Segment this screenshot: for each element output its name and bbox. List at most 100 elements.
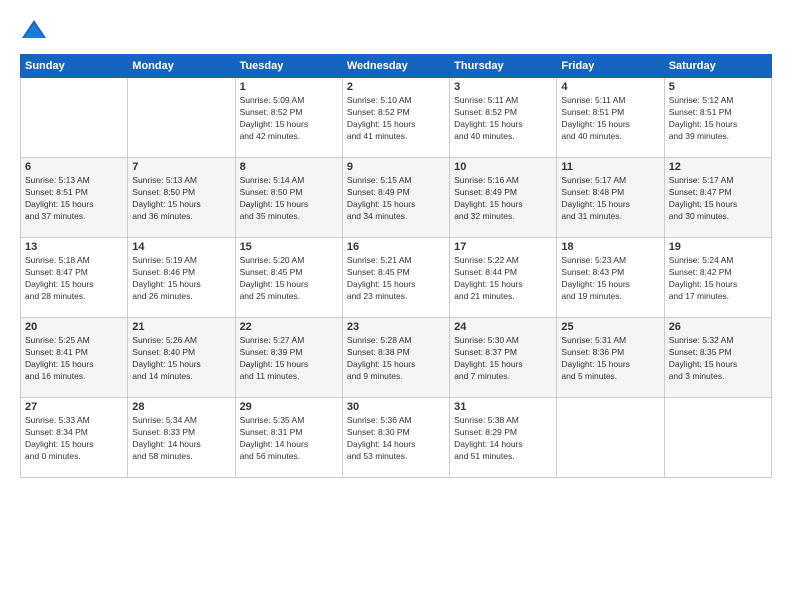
day-number: 29 [240, 401, 338, 413]
calendar-cell: 19 Sunrise: 5:24 AM Sunset: 8:42 PM Dayli… [664, 238, 771, 318]
day-info: Sunrise: 5:27 AM Sunset: 8:39 PM Dayligh… [240, 335, 338, 383]
day-info: Sunrise: 5:30 AM Sunset: 8:37 PM Dayligh… [454, 335, 552, 383]
day-number: 27 [25, 401, 123, 413]
page: SundayMondayTuesdayWednesdayThursdayFrid… [0, 0, 792, 612]
day-number: 5 [669, 81, 767, 93]
calendar-cell: 20Sunrise: 5:25 AM Sunset: 8:41 PM Dayli… [21, 318, 128, 398]
day-info: Sunrise: 5:26 AM Sunset: 8:40 PM Dayligh… [132, 335, 230, 383]
day-info: Sunrise: 5:13 AM Sunset: 8:50 PM Dayligh… [132, 175, 230, 223]
calendar-cell: 23Sunrise: 5:28 AM Sunset: 8:38 PM Dayli… [342, 318, 449, 398]
day-header-saturday: Saturday [664, 55, 771, 78]
calendar-cell [128, 78, 235, 158]
calendar-cell [21, 78, 128, 158]
calendar-cell: 24 Sunrise: 5:30 AM Sunset: 8:37 PM Dayli… [450, 318, 557, 398]
day-number: 26 [669, 321, 767, 333]
day-header-sunday: Sunday [21, 55, 128, 78]
day-number: 28 [132, 401, 230, 413]
calendar-cell: 11 Sunrise: 5:17 AM Sunset: 8:48 PM Dayli… [557, 158, 664, 238]
calendar-cell: 10 Sunrise: 5:16 AM Sunset: 8:49 PM Dayli… [450, 158, 557, 238]
day-info: Sunrise: 5:18 AM Sunset: 8:47 PM Dayligh… [25, 255, 123, 303]
day-info: Sunrise: 5:11 AM Sunset: 8:51 PM Dayligh… [561, 95, 659, 143]
day-info: Sunrise: 5:34 AM Sunset: 8:33 PM Dayligh… [132, 415, 230, 463]
calendar-cell: 26 Sunrise: 5:32 AM Sunset: 8:35 PM Dayli… [664, 318, 771, 398]
day-info: Sunrise: 5:17 AM Sunset: 8:47 PM Dayligh… [669, 175, 767, 223]
day-number: 25 [561, 321, 659, 333]
day-info: Sunrise: 5:31 AM Sunset: 8:36 PM Dayligh… [561, 335, 659, 383]
calendar-cell: 21 Sunrise: 5:26 AM Sunset: 8:40 PM Dayli… [128, 318, 235, 398]
day-info: Sunrise: 5:23 AM Sunset: 8:43 PM Dayligh… [561, 255, 659, 303]
day-info: Sunrise: 5:11 AM Sunset: 8:52 PM Dayligh… [454, 95, 552, 143]
day-info: Sunrise: 5:32 AM Sunset: 8:35 PM Dayligh… [669, 335, 767, 383]
day-number: 21 [132, 321, 230, 333]
week-row-2: 6 Sunrise: 5:13 AM Sunset: 8:51 PM Daylig… [21, 158, 772, 238]
calendar-cell [557, 398, 664, 478]
day-number: 9 [347, 161, 445, 173]
week-row-3: 13 Sunrise: 5:18 AM Sunset: 8:47 PM Dayli… [21, 238, 772, 318]
calendar-cell: 13 Sunrise: 5:18 AM Sunset: 8:47 PM Dayli… [21, 238, 128, 318]
calendar-cell: 17 Sunrise: 5:22 AM Sunset: 8:44 PM Dayli… [450, 238, 557, 318]
day-info: Sunrise: 5:10 AM Sunset: 8:52 PM Dayligh… [347, 95, 445, 143]
day-number: 7 [132, 161, 230, 173]
day-info: Sunrise: 5:17 AM Sunset: 8:48 PM Dayligh… [561, 175, 659, 223]
day-info: Sunrise: 5:33 AM Sunset: 8:34 PM Dayligh… [25, 415, 123, 463]
day-info: Sunrise: 5:22 AM Sunset: 8:44 PM Dayligh… [454, 255, 552, 303]
calendar-cell: 22 Sunrise: 5:27 AM Sunset: 8:39 PM Dayli… [235, 318, 342, 398]
calendar-cell: 25 Sunrise: 5:31 AM Sunset: 8:36 PM Dayli… [557, 318, 664, 398]
week-row-1: 1Sunrise: 5:09 AM Sunset: 8:52 PM Daylig… [21, 78, 772, 158]
day-info: Sunrise: 5:20 AM Sunset: 8:45 PM Dayligh… [240, 255, 338, 303]
day-number: 30 [347, 401, 445, 413]
header-row: SundayMondayTuesdayWednesdayThursdayFrid… [21, 55, 772, 78]
day-number: 17 [454, 241, 552, 253]
day-number: 11 [561, 161, 659, 173]
calendar-body: 1Sunrise: 5:09 AM Sunset: 8:52 PM Daylig… [21, 78, 772, 478]
calendar-cell: 3Sunrise: 5:11 AM Sunset: 8:52 PM Daylig… [450, 78, 557, 158]
day-info: Sunrise: 5:09 AM Sunset: 8:52 PM Dayligh… [240, 95, 338, 143]
day-number: 13 [25, 241, 123, 253]
header [20, 16, 772, 44]
calendar-cell: 1Sunrise: 5:09 AM Sunset: 8:52 PM Daylig… [235, 78, 342, 158]
day-info: Sunrise: 5:35 AM Sunset: 8:31 PM Dayligh… [240, 415, 338, 463]
day-number: 15 [240, 241, 338, 253]
day-header-monday: Monday [128, 55, 235, 78]
day-header-wednesday: Wednesday [342, 55, 449, 78]
calendar-cell: 7 Sunrise: 5:13 AM Sunset: 8:50 PM Daylig… [128, 158, 235, 238]
calendar-cell: 29 Sunrise: 5:35 AM Sunset: 8:31 PM Dayli… [235, 398, 342, 478]
day-info: Sunrise: 5:24 AM Sunset: 8:42 PM Dayligh… [669, 255, 767, 303]
day-info: Sunrise: 5:25 AM Sunset: 8:41 PM Dayligh… [25, 335, 123, 383]
day-number: 19 [669, 241, 767, 253]
day-info: Sunrise: 5:13 AM Sunset: 8:51 PM Dayligh… [25, 175, 123, 223]
calendar-cell: 4 Sunrise: 5:11 AM Sunset: 8:51 PM Daylig… [557, 78, 664, 158]
day-info: Sunrise: 5:14 AM Sunset: 8:50 PM Dayligh… [240, 175, 338, 223]
calendar-cell: 16 Sunrise: 5:21 AM Sunset: 8:45 PM Dayli… [342, 238, 449, 318]
calendar-cell: 5Sunrise: 5:12 AM Sunset: 8:51 PM Daylig… [664, 78, 771, 158]
day-info: Sunrise: 5:16 AM Sunset: 8:49 PM Dayligh… [454, 175, 552, 223]
day-number: 18 [561, 241, 659, 253]
day-number: 10 [454, 161, 552, 173]
day-number: 8 [240, 161, 338, 173]
day-number: 16 [347, 241, 445, 253]
day-info: Sunrise: 5:36 AM Sunset: 8:30 PM Dayligh… [347, 415, 445, 463]
calendar-header: SundayMondayTuesdayWednesdayThursdayFrid… [21, 55, 772, 78]
day-number: 6 [25, 161, 123, 173]
week-row-4: 20Sunrise: 5:25 AM Sunset: 8:41 PM Dayli… [21, 318, 772, 398]
calendar-cell: 12Sunrise: 5:17 AM Sunset: 8:47 PM Dayli… [664, 158, 771, 238]
day-number: 31 [454, 401, 552, 413]
day-header-tuesday: Tuesday [235, 55, 342, 78]
day-info: Sunrise: 5:21 AM Sunset: 8:45 PM Dayligh… [347, 255, 445, 303]
day-number: 23 [347, 321, 445, 333]
day-number: 24 [454, 321, 552, 333]
day-number: 4 [561, 81, 659, 93]
calendar-cell [664, 398, 771, 478]
day-number: 22 [240, 321, 338, 333]
day-header-friday: Friday [557, 55, 664, 78]
day-info: Sunrise: 5:19 AM Sunset: 8:46 PM Dayligh… [132, 255, 230, 303]
calendar-cell: 9 Sunrise: 5:15 AM Sunset: 8:49 PM Daylig… [342, 158, 449, 238]
day-header-thursday: Thursday [450, 55, 557, 78]
calendar-cell: 31Sunrise: 5:38 AM Sunset: 8:29 PM Dayli… [450, 398, 557, 478]
calendar-cell: 30 Sunrise: 5:36 AM Sunset: 8:30 PM Dayli… [342, 398, 449, 478]
calendar-cell: 28 Sunrise: 5:34 AM Sunset: 8:33 PM Dayli… [128, 398, 235, 478]
calendar-cell: 27 Sunrise: 5:33 AM Sunset: 8:34 PM Dayli… [21, 398, 128, 478]
calendar-cell: 2Sunrise: 5:10 AM Sunset: 8:52 PM Daylig… [342, 78, 449, 158]
day-info: Sunrise: 5:15 AM Sunset: 8:49 PM Dayligh… [347, 175, 445, 223]
calendar-cell: 14Sunrise: 5:19 AM Sunset: 8:46 PM Dayli… [128, 238, 235, 318]
